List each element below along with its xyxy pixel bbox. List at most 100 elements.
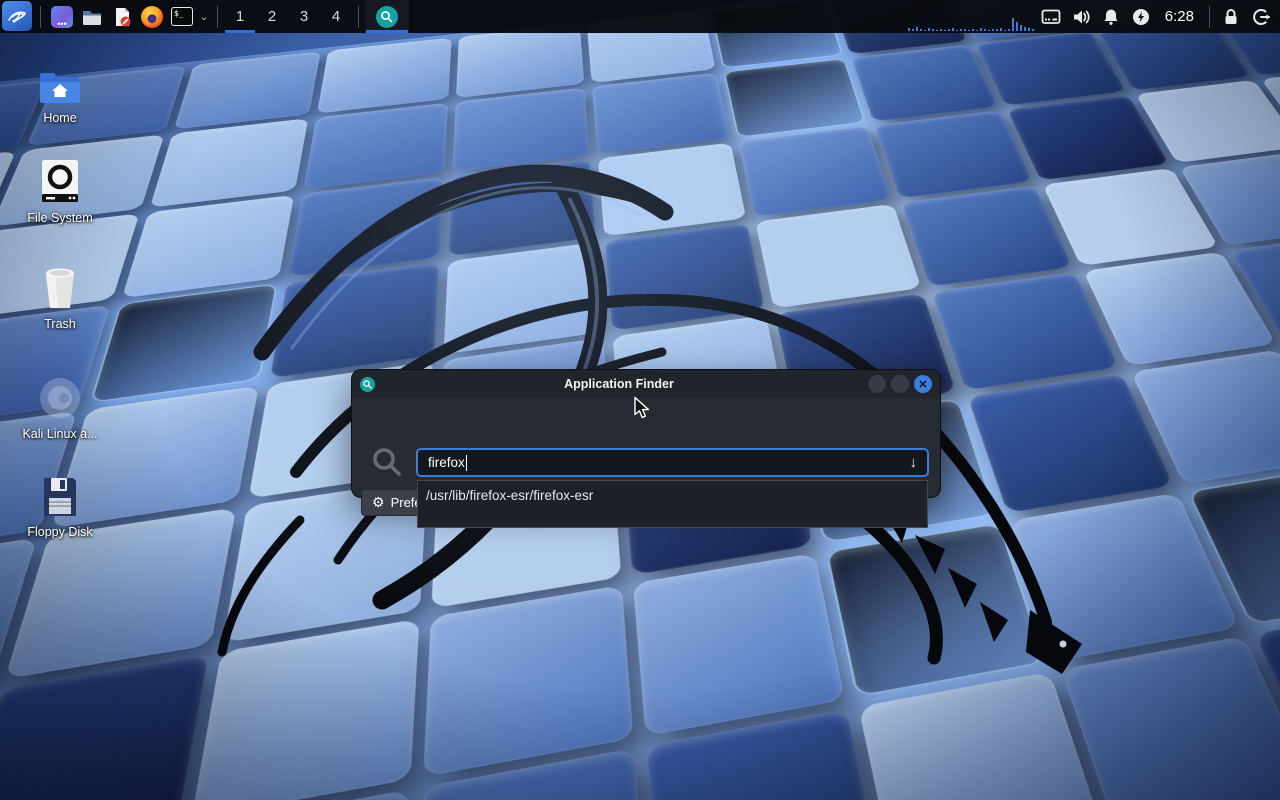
- launcher-show-desktop[interactable]: •••: [47, 0, 77, 33]
- net-monitor-bar: [1004, 30, 1006, 31]
- close-button[interactable]: [914, 375, 932, 393]
- wallpaper-cube: [901, 186, 1073, 287]
- net-monitor-bar: [920, 29, 922, 31]
- wallpaper-cube: [444, 242, 602, 354]
- wallpaper-cube: [270, 262, 440, 378]
- wallpaper-cube: [604, 223, 764, 332]
- wallpaper-cube: [192, 619, 420, 800]
- notifications-tray[interactable]: [1096, 0, 1126, 33]
- wallpaper-cube: [1061, 636, 1280, 800]
- net-monitor-bar: [952, 28, 954, 31]
- net-monitor-bar: [1020, 25, 1022, 31]
- wallpaper-cube: [453, 87, 589, 171]
- desktop-icon-file-system[interactable]: File System: [12, 156, 108, 225]
- logout-button[interactable]: [1246, 0, 1276, 33]
- panel-separator: [40, 6, 41, 28]
- desktop-icon-label: Home: [12, 111, 108, 125]
- wallpaper-cube: [825, 522, 1047, 697]
- desktop-icon-label: Trash: [12, 317, 108, 331]
- power-manager-tray[interactable]: [1126, 0, 1156, 33]
- volume-tray[interactable]: [1066, 0, 1096, 33]
- power-manager-icon: [1131, 7, 1151, 27]
- net-monitor-bar: [940, 29, 942, 31]
- display-icon: [1040, 6, 1062, 28]
- workspace-4[interactable]: 4: [320, 0, 352, 33]
- application-finder-window: Application Finder firefox ↓ ⚙ Preferenc…: [352, 370, 940, 497]
- net-monitor-bar: [936, 30, 938, 31]
- net-monitor-bar: [976, 30, 978, 31]
- search-icon: [370, 445, 404, 479]
- kali-docs-ghost-icon: [38, 376, 82, 420]
- panel-separator: [217, 6, 218, 28]
- desktop-icon-kali-docs[interactable]: Kali Linux a...: [12, 372, 108, 441]
- top-panel: ••• $_ ⌄ 1 2 3 4: [0, 0, 1280, 33]
- wallpaper-cube: [0, 654, 209, 800]
- result-item[interactable]: /usr/lib/firefox-esr/firefox-esr: [418, 481, 927, 503]
- net-monitor-bar: [972, 29, 974, 31]
- gear-icon: ⚙: [372, 494, 385, 511]
- logout-icon: [1251, 7, 1271, 27]
- volume-icon: [1070, 6, 1092, 28]
- net-monitor-bar: [1028, 28, 1030, 31]
- window-title: Application Finder: [375, 377, 863, 391]
- bell-icon: [1101, 7, 1121, 27]
- text-caret: [466, 455, 468, 471]
- maximize-button[interactable]: [891, 375, 909, 393]
- net-monitor-bar: [968, 30, 970, 31]
- panel-separator: [1209, 6, 1210, 28]
- taskbar-application-finder[interactable]: [365, 0, 409, 33]
- desktop-icon-home[interactable]: Home: [12, 56, 108, 125]
- wallpaper-cube: [932, 272, 1119, 390]
- workspace-3-label: 3: [300, 8, 308, 25]
- wallpaper-cube: [456, 24, 584, 98]
- net-monitor-bar: [908, 28, 910, 31]
- net-monitor-bar: [1016, 22, 1018, 31]
- net-monitor-bar: [916, 27, 918, 31]
- launcher-text-editor[interactable]: [107, 0, 137, 33]
- panel-clock[interactable]: 6:28: [1156, 8, 1203, 25]
- launcher-terminal[interactable]: $_: [167, 0, 197, 33]
- search-input-value: firefox: [428, 455, 465, 470]
- minimize-button[interactable]: [868, 375, 886, 393]
- window-title-icon: [360, 377, 375, 392]
- launcher-file-manager[interactable]: [77, 0, 107, 33]
- network-monitor-widget[interactable]: [908, 0, 1036, 33]
- workspace-3[interactable]: 3: [288, 0, 320, 33]
- wallpaper-cube: [174, 51, 321, 129]
- terminal-icon: $_: [171, 7, 193, 26]
- desktop-icon-label: Floppy Disk: [12, 525, 108, 539]
- terminal-dropdown-chevron[interactable]: ⌄: [197, 0, 211, 33]
- net-monitor-bar: [1000, 28, 1002, 31]
- desktop-icon-label: Kali Linux a...: [12, 427, 108, 441]
- finder-body: firefox ↓ ⚙ Preferences /usr/lib/firefox…: [352, 398, 940, 497]
- screen-lock-button[interactable]: [1216, 0, 1246, 33]
- desktop-icon-floppy-disk[interactable]: Floppy Disk: [12, 470, 108, 539]
- floppy-disk-icon: [40, 476, 80, 518]
- workspace-2[interactable]: 2: [256, 0, 288, 33]
- net-monitor-bar: [1008, 29, 1010, 31]
- search-input[interactable]: firefox ↓: [416, 448, 929, 477]
- wallpaper-cube: [150, 118, 309, 207]
- desktop-icon-trash[interactable]: Trash: [12, 262, 108, 331]
- launcher-firefox[interactable]: [137, 0, 167, 33]
- application-finder-icon: [376, 6, 398, 28]
- workspace-1[interactable]: 1: [224, 0, 256, 33]
- wallpaper-cube: [632, 553, 844, 736]
- net-monitor-bar: [924, 30, 926, 31]
- wallpaper-cube: [424, 585, 633, 776]
- trash-bin-icon: [40, 266, 80, 310]
- text-editor-icon: [110, 5, 134, 29]
- net-monitor-bar: [948, 29, 950, 31]
- net-monitor-bar: [980, 28, 982, 31]
- workspace-2-label: 2: [268, 8, 276, 25]
- display-settings-tray[interactable]: [1036, 0, 1066, 33]
- kali-menu-button[interactable]: [2, 1, 32, 31]
- wallpaper-cube: [89, 283, 278, 404]
- firefox-icon: [141, 6, 163, 28]
- wallpaper-cube: [592, 73, 730, 155]
- wallpaper-cube: [317, 38, 452, 114]
- titlebar[interactable]: Application Finder: [352, 370, 940, 398]
- dropdown-arrow-button[interactable]: ↓: [910, 454, 918, 471]
- net-monitor-bar: [960, 29, 962, 31]
- home-folder-icon: [37, 70, 83, 104]
